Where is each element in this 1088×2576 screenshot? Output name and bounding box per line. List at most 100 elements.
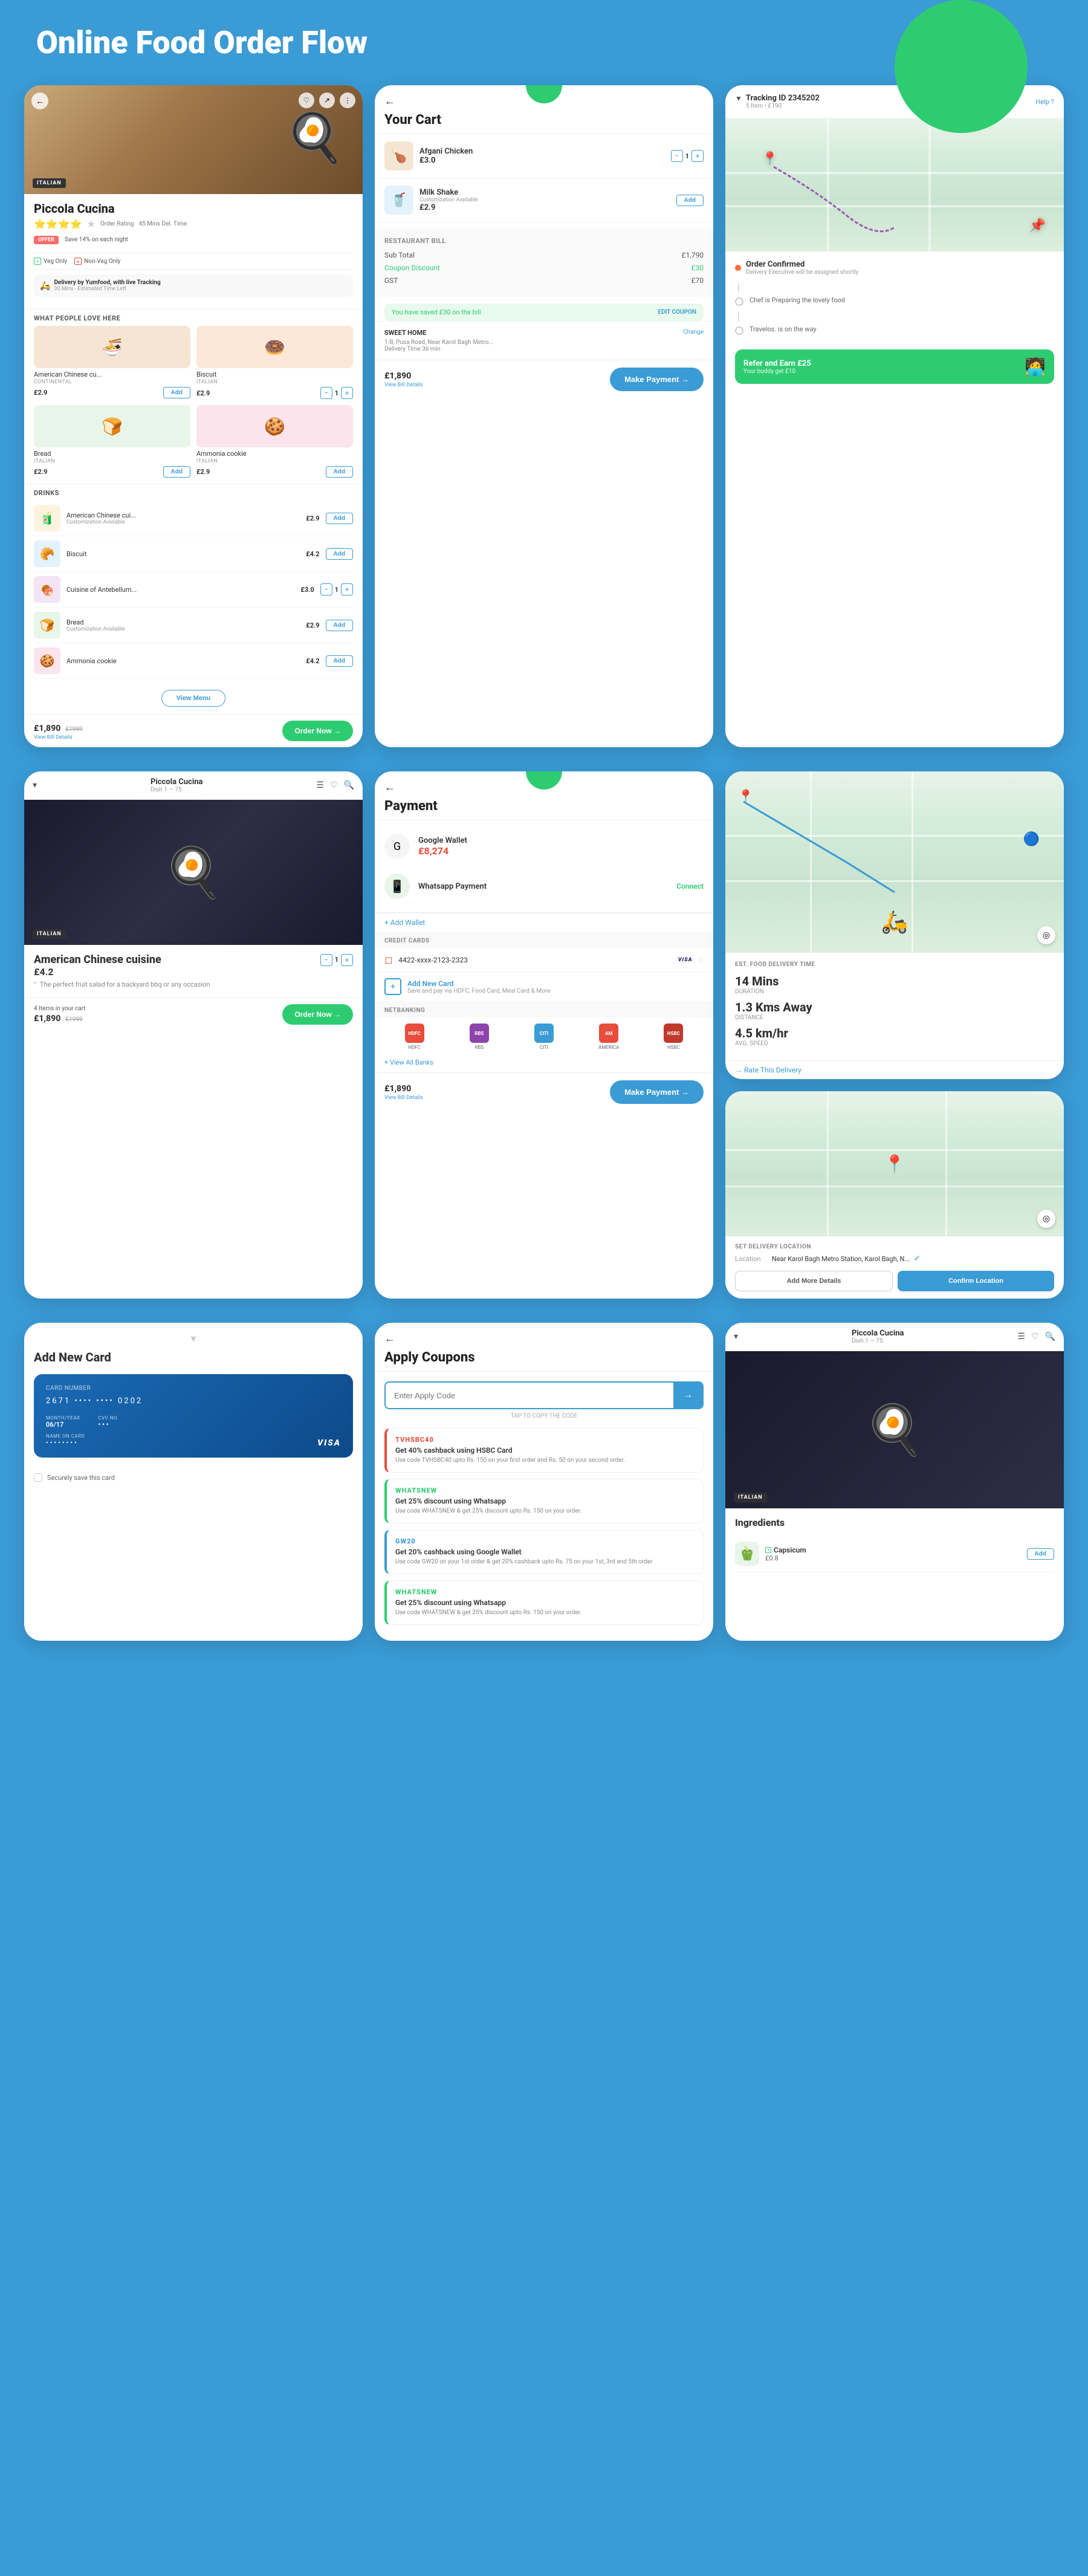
connect-button[interactable]: Connect: [676, 882, 704, 891]
more-icon[interactable]: ⋮: [340, 92, 355, 108]
status-label: Order Confirmed: [746, 260, 858, 269]
add-wallet-link[interactable]: + Add Wallet: [375, 913, 713, 932]
america-logo: AM: [599, 1024, 618, 1043]
wallet-options: G Google Wallet £8,274 📱 Whatsapp Paymen…: [375, 820, 713, 913]
map-background: 📍 ◎: [725, 1091, 1064, 1236]
qty-plus-button[interactable]: +: [691, 150, 704, 162]
delivery-stats-section: EST. FOOD DELIVERY TIME 14 Mins Duration…: [725, 953, 1064, 1060]
qty-number: 1: [335, 586, 338, 594]
bank-name: HSBC: [667, 1045, 680, 1050]
location-pin-icon: 📍: [884, 1154, 905, 1174]
drink-price: £3.0: [300, 586, 314, 594]
chevron-down-icon[interactable]: ▾: [33, 780, 37, 790]
whatsapp-payment-option: 📱 Whatsapp Payment Connect: [384, 866, 704, 906]
share-icon[interactable]: ↗: [319, 92, 335, 108]
list-item: 🍗 Afgani Chicken £3.0 − 1 +: [375, 134, 713, 178]
edit-coupon-button[interactable]: EDIT COUPON: [658, 309, 696, 316]
add-food-button[interactable]: Add: [326, 466, 353, 478]
add-item-button[interactable]: Add: [676, 195, 704, 206]
heart-icon[interactable]: ♡: [1031, 1332, 1039, 1342]
food-price: £2.9: [34, 468, 47, 476]
qty-plus-button[interactable]: +: [341, 387, 353, 399]
qty-minus-button[interactable]: −: [320, 954, 332, 966]
coupons-title: Apply Coupons: [384, 1350, 704, 1365]
location-text: Near Karol Bagh Metro Station, Karol Bag…: [772, 1255, 910, 1263]
add-food-button[interactable]: Add: [163, 387, 190, 398]
bank-item-citi[interactable]: CITI CITI: [514, 1024, 574, 1050]
view-menu-button[interactable]: View Menu: [161, 690, 226, 707]
view-all-banks-link[interactable]: + View All Banks: [375, 1056, 713, 1072]
menu-icon[interactable]: ☰: [1017, 1332, 1025, 1342]
my-location-button[interactable]: ◎: [1037, 926, 1055, 944]
add-drink-button[interactable]: Add: [326, 655, 353, 667]
change-address-button[interactable]: Change: [683, 329, 704, 337]
search-icon[interactable]: 🔍: [1045, 1332, 1055, 1342]
menu-icon[interactable]: ☰: [316, 780, 324, 790]
bank-item-america[interactable]: AM AMERICA: [579, 1024, 639, 1050]
cart-item-customization: Customization Available: [419, 197, 670, 203]
rate-delivery-link[interactable]: → Rate This Delivery: [725, 1060, 1064, 1079]
cart-price-row: £1,890 £1999: [34, 722, 83, 733]
nonveg-option[interactable]: Non-Veg Only: [74, 258, 120, 265]
back-button[interactable]: ←: [384, 1332, 704, 1345]
discount-label: Coupon Discount: [384, 264, 440, 272]
heart-icon[interactable]: ♡: [330, 780, 338, 790]
food-name: American Chinese cu...: [34, 371, 190, 378]
google-wallet-label: Google Wallet: [418, 836, 467, 845]
radio-button[interactable]: ○: [699, 955, 704, 965]
whatsapp-payment-info: Whatsapp Payment: [418, 882, 668, 891]
tracking-id: Tracking ID 2345202: [746, 94, 820, 103]
food-name: Bread: [34, 450, 190, 458]
total-section: £1,890 View Bill Details: [384, 371, 423, 388]
back-button[interactable]: ←: [31, 92, 48, 109]
cart-item-image: 🥤: [384, 186, 413, 215]
order-now-button[interactable]: Order Now →: [282, 1004, 353, 1025]
add-card-label: Add New Card: [407, 979, 550, 988]
view-bill-link[interactable]: View Bill Details: [384, 382, 423, 388]
screen-dish-detail: ▾ Piccola Cucina Dish 1 — 75 ☰ ♡ 🔍 🍳 ITA…: [24, 771, 363, 1299]
bank-item-hdfc[interactable]: HDFC HDFC: [384, 1024, 444, 1050]
cart-original-price: £1999: [65, 1016, 82, 1023]
total-price: £1,890: [384, 371, 423, 381]
stat-values: 4.5 km/hr Avg. Speed: [735, 1026, 788, 1047]
coupon-code-input[interactable]: [386, 1384, 673, 1407]
location-action-buttons: Add More Details Confirm Location: [735, 1271, 1054, 1291]
collapse-button[interactable]: ▾: [34, 1332, 353, 1345]
help-link[interactable]: Help ?: [1036, 98, 1054, 106]
qty-minus-button[interactable]: −: [671, 150, 683, 162]
screen-coupons: ← Apply Coupons → TAP TO COPY THE CODE T…: [375, 1323, 713, 1641]
qty-plus-button[interactable]: +: [341, 954, 353, 966]
view-bill-link[interactable]: View Bill Details: [384, 1095, 423, 1101]
bank-item-rbs[interactable]: RBS RBS: [449, 1024, 509, 1050]
qty-minus-button[interactable]: −: [320, 583, 332, 595]
confirm-location-button[interactable]: Confirm Location: [898, 1271, 1054, 1291]
add-drink-button[interactable]: Add: [326, 513, 353, 524]
order-now-button[interactable]: Order Now →: [282, 721, 353, 741]
add-more-details-button[interactable]: Add More Details: [735, 1271, 893, 1291]
add-ingredient-button[interactable]: Add: [1027, 1548, 1054, 1560]
add-drink-button[interactable]: Add: [326, 620, 353, 631]
google-wallet-icon: G: [384, 834, 410, 859]
card-name-value: ••••••••: [46, 1439, 341, 1447]
status-info: Order Confirmed Delivery Executive will …: [746, 260, 858, 276]
make-payment-button[interactable]: Make Payment →: [610, 1080, 704, 1104]
veg-option[interactable]: Veg Only: [34, 258, 67, 265]
piccola-action-icons: ☰ ♡ 🔍: [1017, 1332, 1055, 1342]
save-card-checkbox[interactable]: [34, 1473, 42, 1482]
add-new-card-item[interactable]: + Add New Card Save and pay via HDFC, Fo…: [375, 972, 713, 1001]
piccola-restaurant-name: Piccola Cucina: [151, 777, 203, 787]
heart-icon[interactable]: ♡: [299, 92, 314, 108]
qty-minus-button[interactable]: −: [320, 387, 332, 399]
search-icon[interactable]: 🔍: [344, 780, 354, 790]
bank-item-hsbc[interactable]: HSBC HSBC: [644, 1024, 704, 1050]
my-location-button[interactable]: ◎: [1037, 1210, 1055, 1228]
chevron-down-icon[interactable]: ▾: [734, 1332, 738, 1342]
star1: ⭐⭐⭐⭐: [34, 218, 82, 230]
coupon-submit-button[interactable]: →: [673, 1383, 702, 1408]
add-drink-button[interactable]: Add: [326, 548, 353, 560]
make-payment-button[interactable]: Make Payment →: [610, 368, 704, 391]
qty-plus-button[interactable]: +: [341, 583, 353, 595]
add-food-button[interactable]: Add: [163, 466, 190, 478]
cuisine-badge: ITALIAN: [734, 1493, 767, 1502]
view-bill-link[interactable]: View Bill Details: [34, 735, 83, 741]
